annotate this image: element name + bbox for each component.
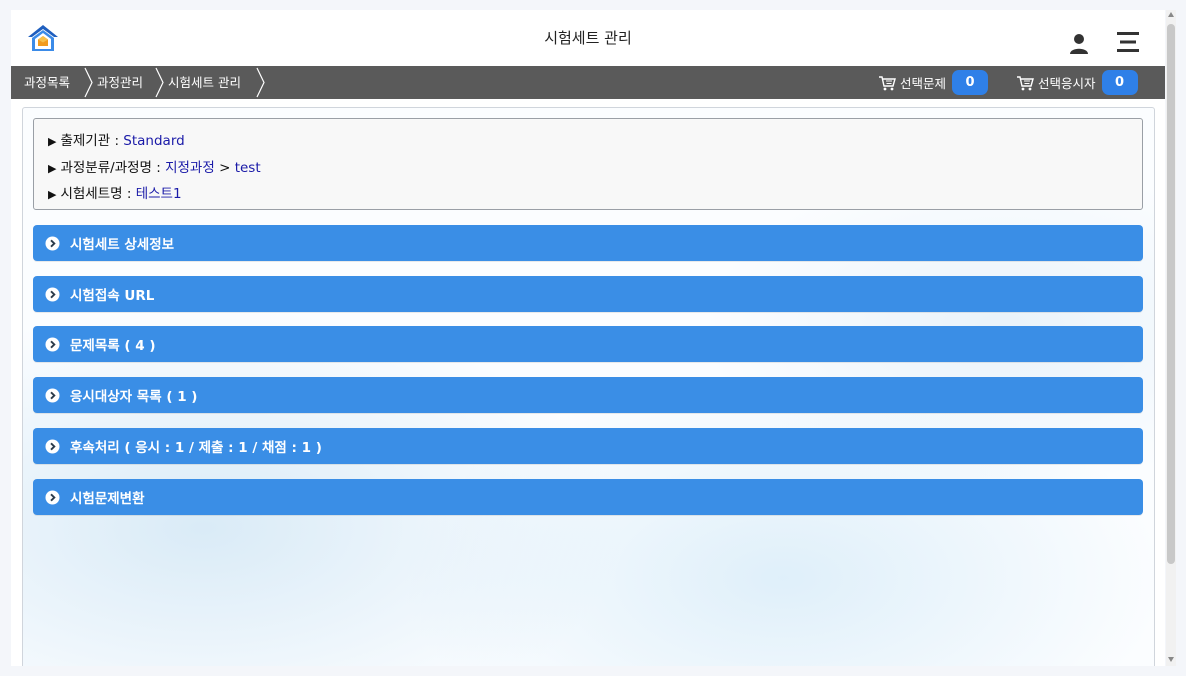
cart-icon	[879, 75, 896, 90]
breadcrumb-bar: 과정목록 과정관리 시험세트 관리 선택문제 0 선택응시자 0	[11, 66, 1165, 99]
triangle-marker-icon: ▶	[48, 135, 57, 148]
selected-questions-cart[interactable]: 선택문제 0	[878, 66, 989, 99]
main-content: ▶ 출제기관 : Standard ▶ 과정분류/과정명 : 지정과정 > test…	[22, 107, 1155, 666]
course-line: ▶ 과정분류/과정명 : 지정과정 > test	[48, 156, 261, 176]
hamburger-menu-icon[interactable]	[1117, 30, 1139, 54]
section-label: 응시대상자 목록 ( 1 )	[70, 389, 198, 405]
section-question-conversion[interactable]: 시험문제변환	[33, 479, 1143, 515]
cart-icon	[1017, 75, 1034, 90]
chevron-right-circle-icon	[45, 236, 60, 250]
chevron-right-circle-icon	[45, 490, 60, 504]
section-follow-up-processing[interactable]: 후속처리 ( 응시 : 1 / 제출 : 1 / 채점 : 1 )	[33, 428, 1143, 464]
breadcrumb-separator-icon	[256, 67, 265, 98]
selected-examinees-label: 선택응시자	[1038, 76, 1096, 91]
page-title: 시험세트 관리	[544, 29, 632, 47]
user-icon[interactable]	[1067, 32, 1091, 56]
course-category-value: 지정과정	[165, 160, 215, 176]
chevron-right-circle-icon	[45, 388, 60, 402]
selected-questions-count-badge: 0	[952, 70, 989, 95]
breadcrumb-item-exam-set-manage[interactable]: 시험세트 관리	[154, 66, 241, 99]
triangle-marker-icon: ▶	[48, 188, 57, 201]
section-examinee-list[interactable]: 응시대상자 목록 ( 1 )	[33, 377, 1143, 413]
breadcrumb-item-course-manage[interactable]: 과정관리	[83, 66, 143, 99]
scroll-down-arrow-icon[interactable]	[1168, 657, 1174, 662]
scrollbar-thumb[interactable]	[1167, 24, 1175, 564]
section-label: 문제목록 ( 4 )	[70, 338, 156, 354]
breadcrumb-item-course-list[interactable]: 과정목록	[11, 66, 70, 99]
chevron-right-circle-icon	[45, 337, 60, 351]
course-label: 과정분류/과정명 :	[60, 160, 166, 176]
section-exam-set-details[interactable]: 시험세트 상세정보	[33, 225, 1143, 261]
exam-set-info-box: ▶ 출제기관 : Standard ▶ 과정분류/과정명 : 지정과정 > test…	[33, 118, 1143, 210]
institution-line: ▶ 출제기관 : Standard	[48, 129, 185, 149]
chevron-right-circle-icon	[45, 287, 60, 301]
app-window: 시험세트 관리 과정목록 과정관리 시험세트 관리 선택문제 0 선택응시자 0…	[11, 10, 1165, 666]
exam-set-name-line: ▶ 시험세트명 : 테스트1	[48, 182, 182, 202]
triangle-marker-icon: ▶	[48, 162, 57, 175]
exam-set-name-label: 시험세트명 :	[60, 186, 136, 202]
section-exam-access-url[interactable]: 시험접속 URL	[33, 276, 1143, 312]
selected-questions-label: 선택문제	[900, 76, 947, 91]
course-separator: >	[214, 160, 235, 176]
selected-examinees-cart[interactable]: 선택응시자 0	[1016, 66, 1138, 99]
section-label: 시험문제변환	[70, 491, 145, 507]
section-label: 후속처리 ( 응시 : 1 / 제출 : 1 / 채점 : 1 )	[70, 440, 322, 456]
selected-examinees-count-badge: 0	[1101, 70, 1138, 95]
institution-label: 출제기관 :	[60, 133, 124, 149]
exam-set-name-value: 테스트1	[135, 186, 182, 202]
institution-value: Standard	[123, 133, 185, 149]
section-label: 시험세트 상세정보	[70, 237, 175, 253]
course-name-value: test	[234, 160, 261, 176]
scroll-up-arrow-icon[interactable]	[1168, 12, 1174, 17]
section-question-list[interactable]: 문제목록 ( 4 )	[33, 326, 1143, 362]
vertical-scrollbar[interactable]	[1166, 10, 1176, 666]
top-bar: 시험세트 관리	[11, 10, 1165, 66]
section-label: 시험접속 URL	[70, 288, 155, 304]
chevron-right-circle-icon	[45, 439, 60, 453]
